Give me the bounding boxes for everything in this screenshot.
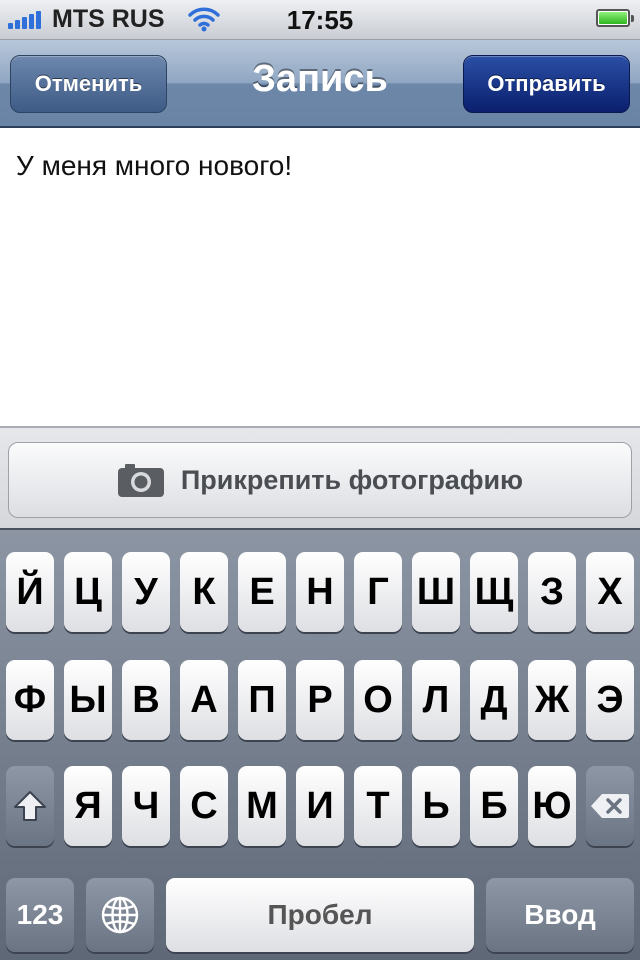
key-3-5[interactable]: И xyxy=(296,766,344,846)
key-2-4[interactable]: А xyxy=(180,660,228,740)
key-3-1[interactable]: Я xyxy=(64,766,112,846)
battery-icon xyxy=(596,9,634,27)
key-2-6[interactable]: Р xyxy=(296,660,344,740)
key-1-5[interactable]: Е xyxy=(238,552,286,632)
key-2-2[interactable]: Ы xyxy=(64,660,112,740)
key-1-9[interactable]: Щ xyxy=(470,552,518,632)
backspace-key[interactable] xyxy=(586,766,634,846)
attach-bar: Прикрепить фотографию xyxy=(0,426,640,528)
key-2-11[interactable]: Э xyxy=(586,660,634,740)
key-2-9[interactable]: Д xyxy=(470,660,518,740)
key-1-8[interactable]: Ш xyxy=(412,552,460,632)
attach-photo-label: Прикрепить фотографию xyxy=(180,464,524,495)
key-3-7[interactable]: Ь xyxy=(412,766,460,846)
key-3-6[interactable]: Т xyxy=(354,766,402,846)
key-3-8[interactable]: Б xyxy=(470,766,518,846)
navigation-bar: Отменить Запись Отправить xyxy=(0,40,640,128)
key-3-2[interactable]: Ч xyxy=(122,766,170,846)
key-3-3[interactable]: С xyxy=(180,766,228,846)
key-2-10[interactable]: Ж xyxy=(528,660,576,740)
key-3-9[interactable]: Ю xyxy=(528,766,576,846)
key-1-10[interactable]: З xyxy=(528,552,576,632)
wifi-icon xyxy=(188,7,220,32)
shift-icon xyxy=(14,791,46,821)
attach-photo-button[interactable]: Прикрепить фотографию xyxy=(8,442,632,518)
keyboard: ЙЦУКЕНГШЩЗХ ФЫВАПРОЛДЖЭ ЯЧСМИТЬБЮ 123 Пр… xyxy=(0,528,640,960)
globe-key[interactable] xyxy=(86,878,154,952)
key-2-3[interactable]: В xyxy=(122,660,170,740)
signal-bars-icon xyxy=(8,11,41,29)
send-button[interactable]: Отправить xyxy=(463,55,630,113)
key-1-11[interactable]: Х xyxy=(586,552,634,632)
enter-key[interactable]: Ввод xyxy=(486,878,634,952)
globe-icon xyxy=(101,896,139,934)
camera-icon xyxy=(117,464,164,497)
shift-key[interactable] xyxy=(6,766,54,846)
compose-textarea[interactable]: У меня много нового! xyxy=(0,128,640,426)
compose-text: У меня много нового! xyxy=(16,150,293,181)
key-2-1[interactable]: Ф xyxy=(6,660,54,740)
key-1-2[interactable]: Ц xyxy=(64,552,112,632)
battery-fill xyxy=(599,12,627,24)
key-1-1[interactable]: Й xyxy=(6,552,54,632)
backspace-icon xyxy=(591,794,629,818)
key-3-4[interactable]: М xyxy=(238,766,286,846)
key-2-8[interactable]: Л xyxy=(412,660,460,740)
key-2-7[interactable]: О xyxy=(354,660,402,740)
key-2-5[interactable]: П xyxy=(238,660,286,740)
status-bar: MTS RUS 17:55 xyxy=(0,0,640,40)
numbers-key[interactable]: 123 xyxy=(6,878,74,952)
key-1-3[interactable]: У xyxy=(122,552,170,632)
carrier-name: MTS RUS xyxy=(52,5,165,33)
cancel-button[interactable]: Отменить xyxy=(10,55,167,113)
key-1-6[interactable]: Н xyxy=(296,552,344,632)
key-1-4[interactable]: К xyxy=(180,552,228,632)
key-1-7[interactable]: Г xyxy=(354,552,402,632)
space-key[interactable]: Пробел xyxy=(166,878,474,952)
